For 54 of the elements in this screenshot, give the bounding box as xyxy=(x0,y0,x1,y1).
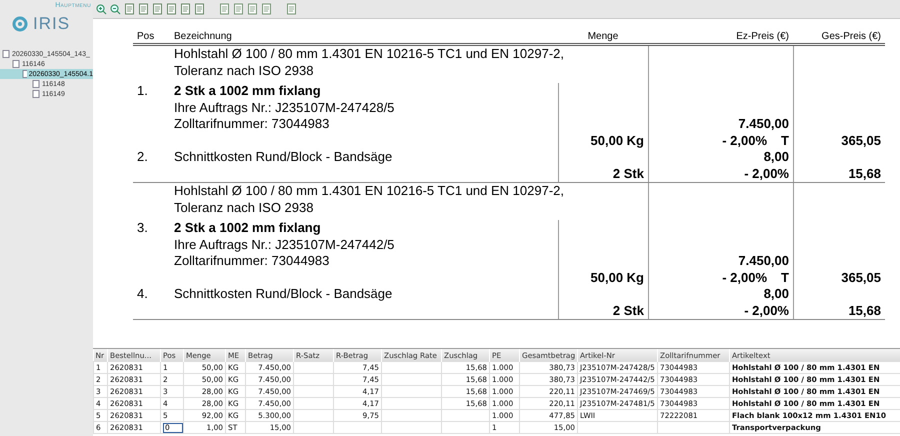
position-number: 3. xyxy=(137,220,148,236)
page-icon[interactable] xyxy=(152,3,163,15)
page-icon[interactable] xyxy=(219,3,230,15)
column-header: Menge xyxy=(586,31,620,42)
quantity: 50,00 Kg xyxy=(590,132,644,149)
item-description: 2 Stk a 1002 mm fixlang xyxy=(174,83,321,100)
tax-code-label: T xyxy=(781,270,789,286)
logo: IRIS xyxy=(0,9,93,37)
total-price: 15,68 xyxy=(848,166,881,182)
page-icon[interactable] xyxy=(261,3,272,15)
discount: - 2,00% xyxy=(722,132,768,149)
column-header: Pos xyxy=(136,31,156,42)
column-header: Bezeichnung xyxy=(173,31,233,42)
page-icon[interactable] xyxy=(166,3,177,15)
tax-code-label: T xyxy=(781,132,789,149)
item-description: Ihre Auftrags Nr.: J235107M-247428/5 xyxy=(174,100,394,116)
page-icon[interactable] xyxy=(233,3,244,15)
position-number: 4. xyxy=(137,286,148,302)
page-icon[interactable] xyxy=(138,3,149,15)
column-header: Ez-Preis (€) xyxy=(735,31,790,42)
item-description: Ihre Auftrags Nr.: J235107M-247442/5 xyxy=(174,236,394,253)
unit-price: 8,00 xyxy=(764,286,789,302)
position-number: 2. xyxy=(137,149,148,166)
zoom-out-icon[interactable] xyxy=(110,4,121,14)
total-price: 365,05 xyxy=(841,270,881,286)
item-description: 2 Stk a 1002 mm fixlang xyxy=(174,220,321,236)
total-price: 365,05 xyxy=(841,132,881,149)
item-description: Toleranz nach ISO 2938 xyxy=(174,62,314,79)
discount: - 2,00% xyxy=(744,166,789,182)
item-description: Hohlstahl Ø 100 / 80 mm 1.4301 EN 10216-5 TC1 und EN 10297-2, xyxy=(174,183,564,200)
unit-price: 8,00 xyxy=(764,149,789,166)
zoom-in-icon[interactable] xyxy=(96,4,107,14)
quantity: 50,00 Kg xyxy=(590,270,644,286)
discount: - 2,00% xyxy=(722,270,768,286)
logo-icon xyxy=(10,15,30,33)
page-icon[interactable] xyxy=(194,3,205,15)
item-description: Toleranz nach ISO 2938 xyxy=(174,200,314,216)
quantity: 2 Stk xyxy=(612,166,644,182)
page-icon[interactable] xyxy=(247,3,258,15)
item-description: Zolltarifnummer: 73044983 xyxy=(174,253,330,270)
unit-price: 7.450,00 xyxy=(738,253,789,270)
total-price: 15,68 xyxy=(848,302,881,319)
item-description: Schnittkosten Rund/Block - Bandsäge xyxy=(174,286,392,302)
page-icon[interactable] xyxy=(286,3,297,15)
discount: - 2,00% xyxy=(744,302,789,319)
column-header: Ges-Preis (€) xyxy=(820,31,882,42)
item-description: Hohlstahl Ø 100 / 80 mm 1.4301 EN 10216-5 TC1 und EN 10297-2, xyxy=(174,46,564,62)
item-description: Zolltarifnummer: 73044983 xyxy=(174,116,330,132)
page-icon[interactable] xyxy=(180,3,191,15)
item-description: Schnittkosten Rund/Block - Bandsäge xyxy=(174,149,392,166)
page-icon[interactable] xyxy=(124,3,135,15)
position-number: 1. xyxy=(137,83,148,100)
quantity: 2 Stk xyxy=(612,302,644,319)
unit-price: 7.450,00 xyxy=(738,116,789,132)
